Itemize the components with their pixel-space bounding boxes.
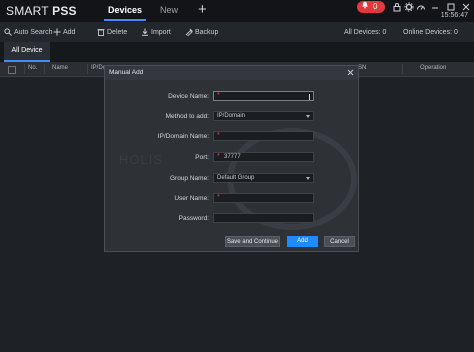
add-tab-button[interactable]: + — [198, 1, 207, 19]
alarm-count: 0 — [373, 2, 378, 11]
password-label: Password: — [178, 215, 209, 222]
delete-label: Delete — [107, 29, 128, 36]
online-devices-count: Online Devices: 0 — [403, 29, 458, 36]
brand-pss: PSS — [52, 4, 77, 18]
required-mark: * — [217, 92, 220, 99]
port-field[interactable]: * 37777 — [213, 152, 314, 162]
port-value: 37777 — [224, 154, 241, 160]
minimize-icon[interactable] — [430, 2, 440, 12]
column-header-operation[interactable]: Operation — [420, 65, 446, 71]
text-cursor — [309, 94, 310, 100]
bell-icon — [362, 1, 368, 9]
column-header-name[interactable]: Name — [52, 65, 68, 71]
method-value: IP/Domain — [217, 113, 246, 119]
import-icon — [142, 28, 148, 36]
group-value: Default Group — [217, 175, 255, 181]
chevron-down-icon — [306, 115, 310, 118]
trash-icon — [97, 29, 105, 36]
required-mark: * — [217, 132, 220, 139]
column-header-no[interactable]: No. — [28, 65, 37, 71]
active-tab-indicator — [104, 19, 146, 21]
save-and-continue-button[interactable]: Save and Continue — [225, 236, 280, 247]
import-label: Import — [151, 29, 171, 36]
chevron-down-icon — [306, 177, 310, 180]
tab-all-device[interactable]: All Device — [4, 42, 50, 60]
column-header-sn[interactable]: SN — [358, 65, 366, 71]
close-icon[interactable] — [346, 68, 355, 77]
lock-icon[interactable] — [392, 2, 402, 12]
all-devices-count: All Devices: 0 — [344, 29, 387, 36]
column-separator — [402, 64, 403, 74]
ip-domain-label: IP/Domain Name: — [157, 133, 209, 140]
required-mark: * — [217, 153, 220, 160]
clock-time: 15:56:47 — [440, 12, 468, 19]
method-select[interactable]: IP/Domain — [213, 111, 314, 121]
column-separator — [24, 64, 25, 74]
dialog-title: Manual Add — [109, 69, 144, 76]
user-name-label: User Name: — [174, 195, 209, 202]
backup-label: Backup — [195, 29, 219, 36]
required-mark: * — [217, 194, 220, 201]
close-icon[interactable] — [461, 2, 471, 12]
group-label: Group Name: — [169, 175, 209, 182]
backup-icon — [185, 28, 193, 36]
add-device-button[interactable]: Add — [287, 236, 318, 247]
maximize-icon[interactable] — [446, 2, 456, 12]
auto-search-label: Auto Search — [14, 29, 53, 36]
search-icon — [4, 28, 12, 36]
gear-icon[interactable] — [404, 2, 414, 12]
device-toolbar: Auto Search Add Delete Import Backup All… — [0, 22, 474, 42]
tab-new[interactable]: New — [160, 5, 178, 15]
plus-icon — [53, 28, 61, 36]
group-select[interactable]: Default Group — [213, 173, 314, 183]
column-separator — [44, 64, 45, 74]
device-name-label: Device Name: — [168, 93, 209, 100]
dialog-header: Manual Add — [105, 66, 358, 80]
tab-devices[interactable]: Devices — [108, 5, 142, 15]
user-name-field[interactable]: * — [213, 193, 314, 203]
column-separator — [87, 64, 88, 74]
select-all-checkbox[interactable] — [8, 66, 16, 74]
brand-smart: SMART — [6, 4, 53, 18]
device-name-field[interactable]: * — [213, 91, 314, 101]
add-label: Add — [63, 29, 76, 36]
ip-domain-field[interactable]: * — [213, 131, 314, 141]
device-subtab-bar — [0, 42, 474, 62]
method-label: Method to add: — [165, 113, 209, 120]
manual-add-dialog: Manual Add HOLIS Device Name: * Method t… — [104, 65, 359, 252]
port-label: Port: — [195, 154, 209, 161]
performance-icon[interactable] — [416, 2, 426, 12]
app-brand: SMART PSS — [6, 4, 77, 18]
alarm-button[interactable]: 0 — [357, 1, 385, 13]
title-bar: SMART PSS Devices New + 0 15:56:47 — [0, 0, 474, 22]
cancel-button[interactable]: Cancel — [324, 236, 355, 247]
password-field[interactable] — [213, 213, 314, 223]
